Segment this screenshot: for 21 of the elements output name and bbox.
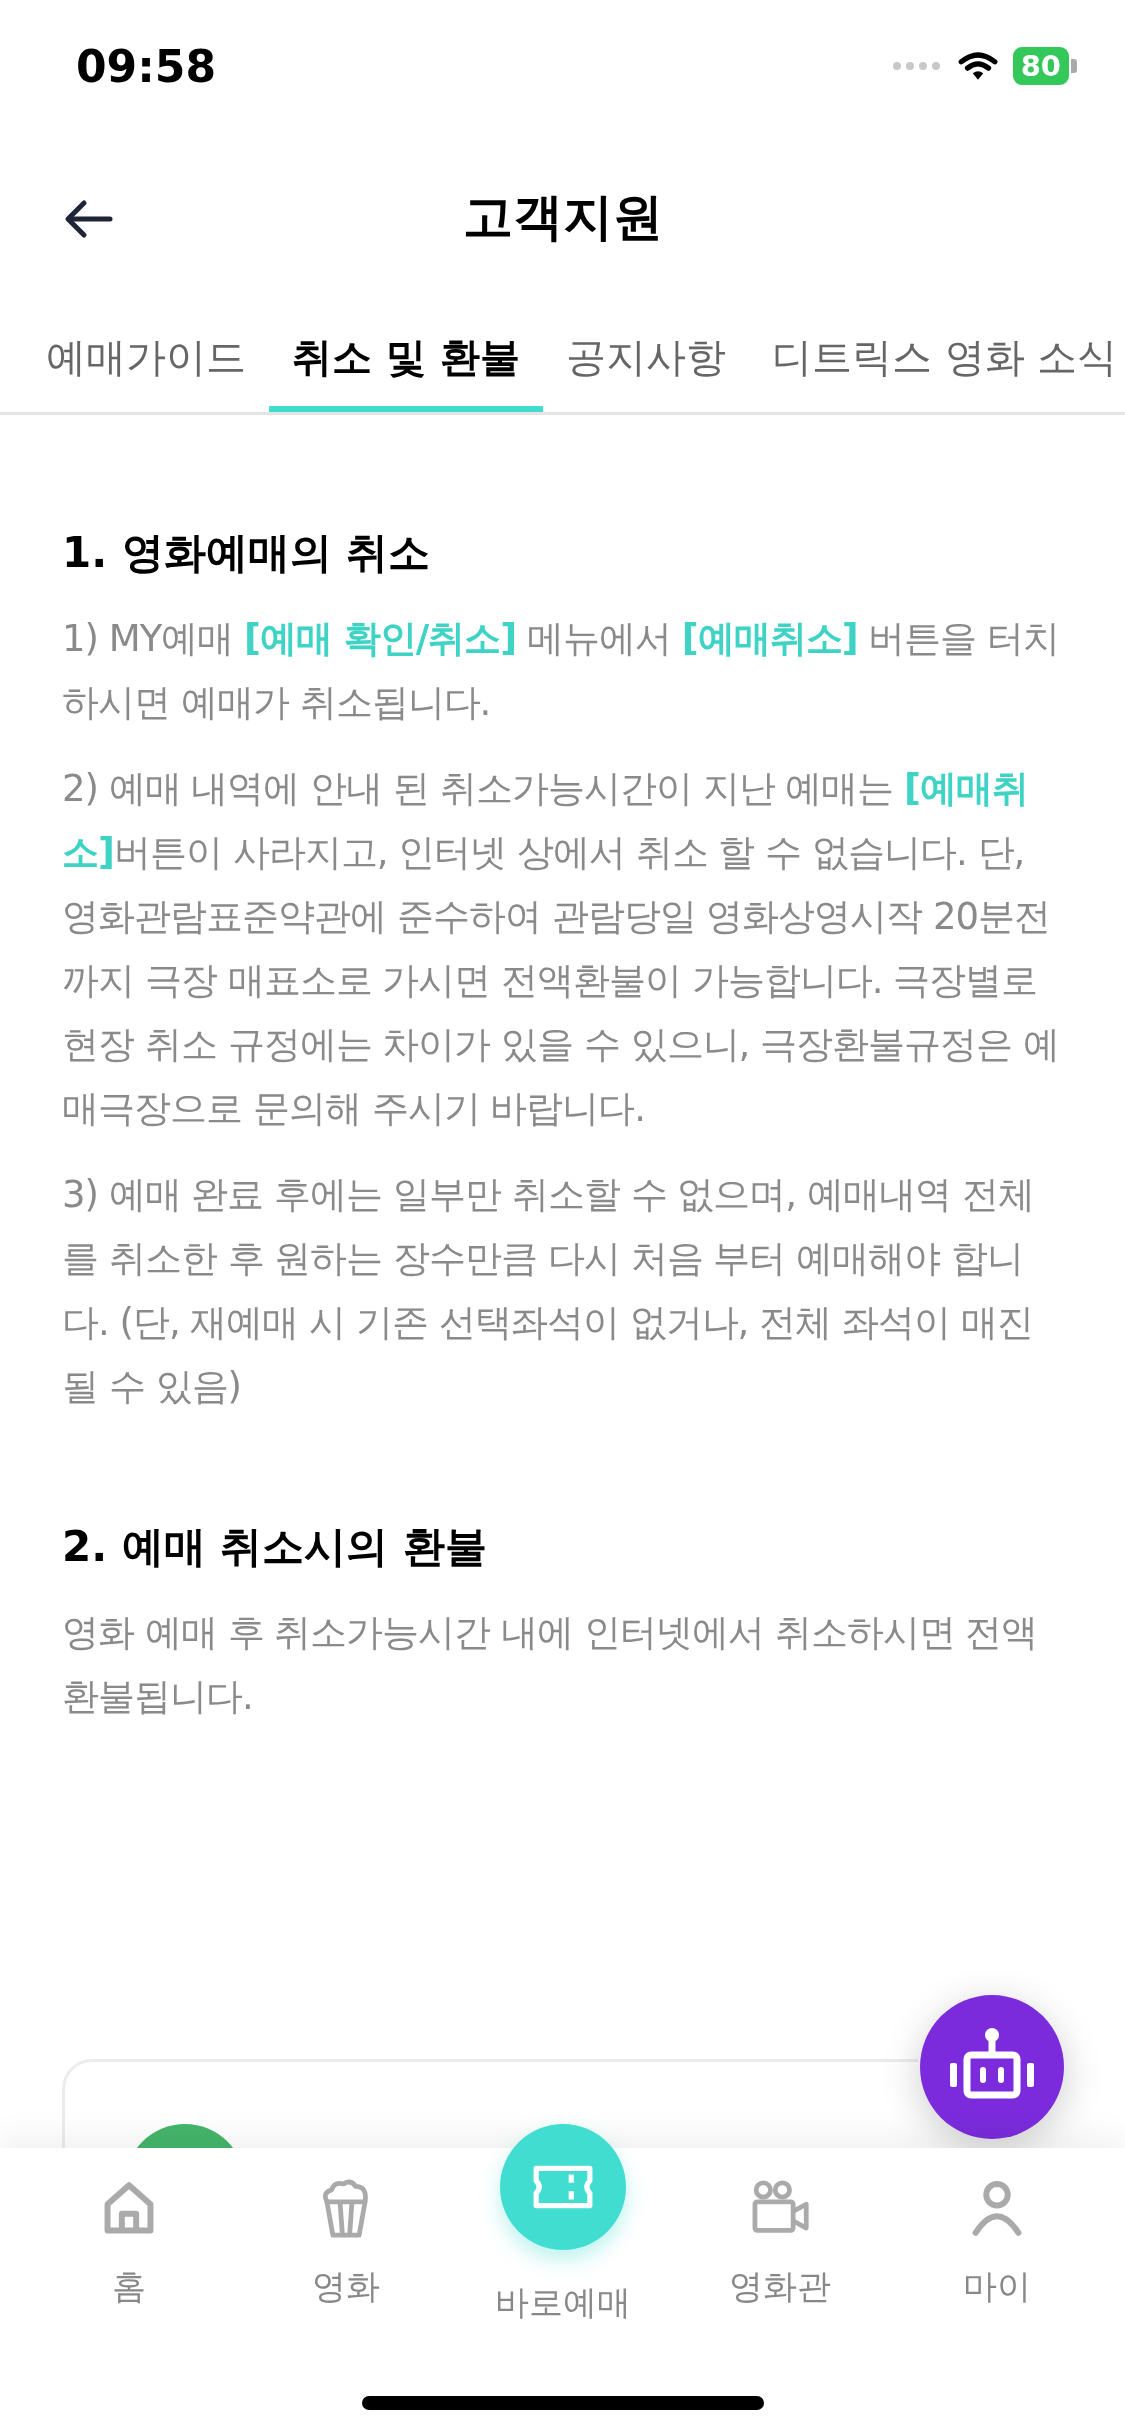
page-title: 고객지원 [462,186,663,248]
tab[interactable]: 디트릭스 영화 소식 [748,302,1125,412]
nav-label[interactable]: 홈 [111,2264,146,2310]
signal-icon [890,61,943,71]
paragraph: 영화 예매 후 취소가능시간 내에 인터넷에서 취소하시면 전액환불됩니다. [62,1610,1039,1720]
tab[interactable]: 예매가이드 [46,302,269,412]
paragraph: 2) 예매 내역에 안내 된 취소가능시간이 지난 예매는 [예매취소]버튼이 사라지고, 인터넷 상에서 취소 할 수 없습니다. 단, 영화관람표준약관에 준수하여 관람당일 영화상영시작 20분전까지 극장 매표소로 가시면 전액환불이 가능합니다. 극장별로 현장 취소 규정에는 차이가 있을 수 있으니, 극장환불규정은 예매극장으로 문의해 주시기 바랍니다. [62,766,1060,1132]
wifi-icon [956,50,999,82]
tab[interactable]: 공지사항 [542,302,749,412]
nav-label[interactable]: 마이 [962,2264,1031,2310]
section-heading: 1. 영화예매의 취소 [62,527,432,579]
clock-time: 09:58 [76,40,217,92]
paragraph: 3) 예매 완료 후에는 일부만 취소할 수 없으며, 예매내역 전체를 취소한 후 원하는 장수만큼 다시 처음 부터 예매해야 합니다. (단, 재예매 시 기존 선택좌석이 없거나, 전체 좌석이 매진 될 수 있음) [62,1172,1035,1410]
tab[interactable]: 취소 및 환불 [269,302,543,412]
nav-label[interactable]: 영화 [311,2264,380,2310]
ticket-icon [531,2164,594,2210]
section-heading: 2. 예매 취소시의 환불 [62,1521,489,1573]
nav-label[interactable]: 바로예매 [494,2280,631,2326]
ticket-button[interactable] [499,2124,626,2250]
paragraph: 1) MY예매 [예매 확인/취소] 메뉴에서 [예매취소] 버튼을 터치하시면 예매가 취소됩니다. [62,616,1061,726]
nav-label[interactable]: 영화관 [728,2264,831,2310]
